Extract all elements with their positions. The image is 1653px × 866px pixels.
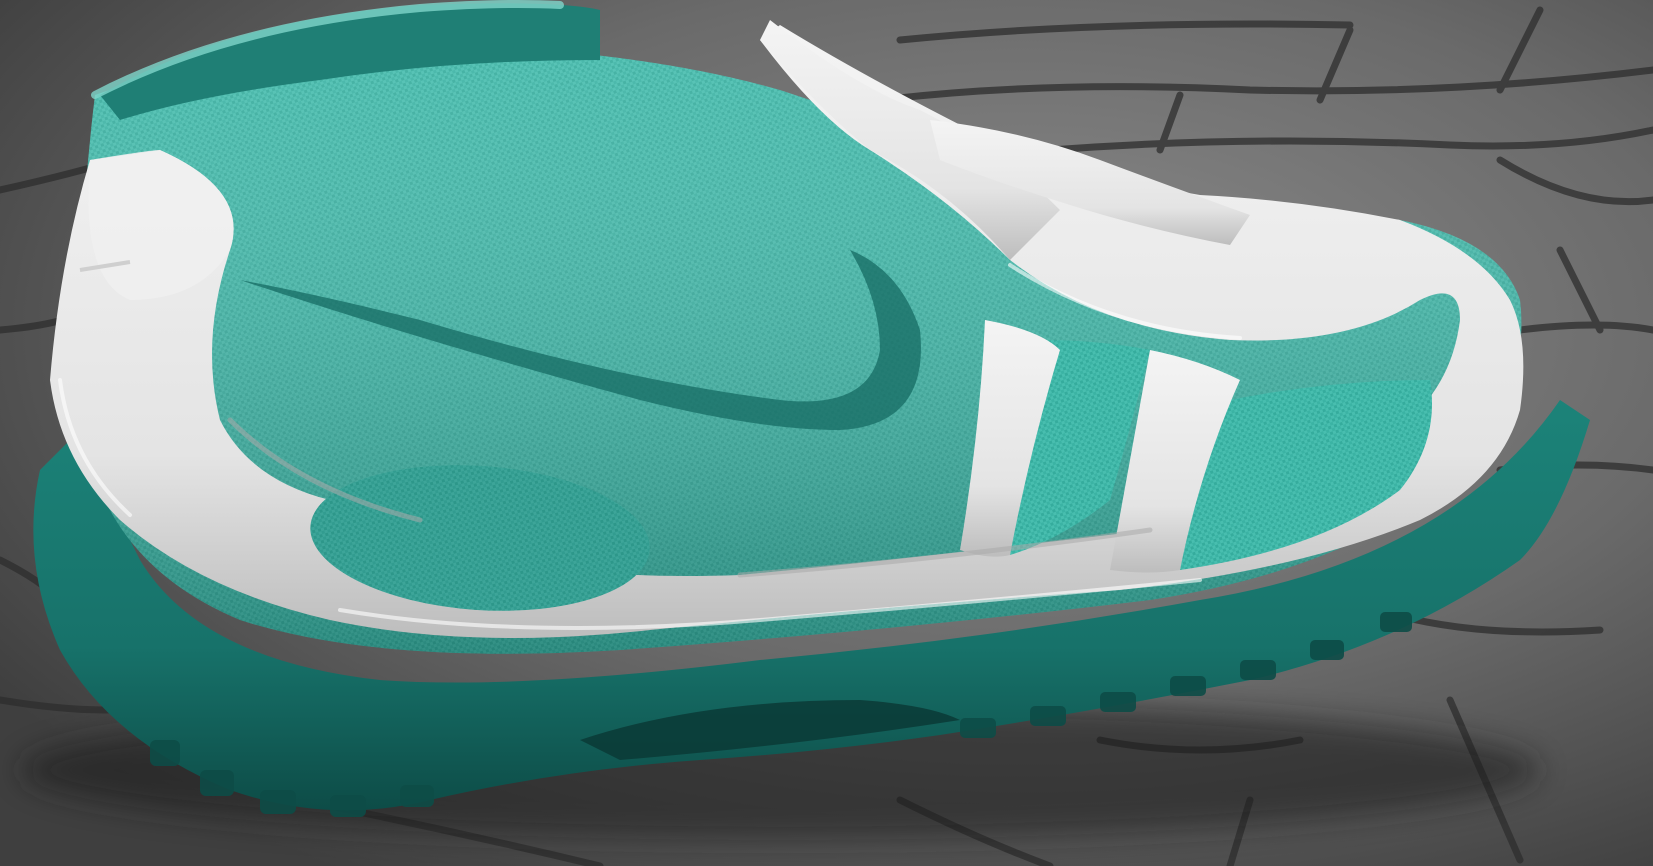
shoe-render-scene — [0, 0, 1653, 866]
shoe-render-illustration — [0, 0, 1653, 866]
